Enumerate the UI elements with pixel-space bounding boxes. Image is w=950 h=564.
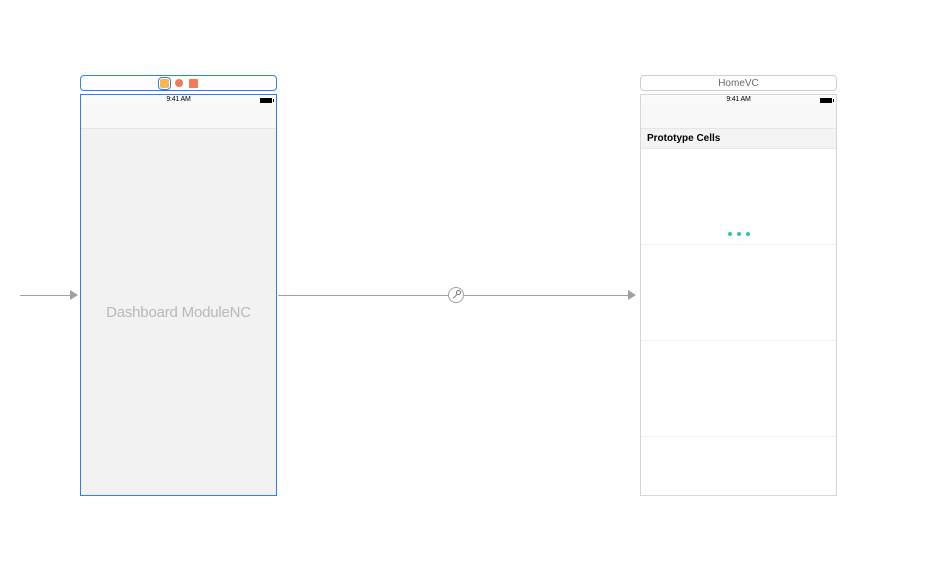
first-responder-icon [175, 79, 183, 87]
status-time: 9:41 AM [166, 96, 190, 103]
root-segue-line-left [278, 295, 448, 296]
root-segue-badge[interactable] [448, 287, 464, 303]
navigation-bar [81, 105, 276, 129]
scene-body: Dashboard ModuleNC [81, 129, 276, 495]
scene-watermark-label: Dashboard ModuleNC [106, 304, 251, 321]
nav-controller-scene[interactable]: 9:41 AM Dashboard ModuleNC [80, 94, 277, 496]
page-dots [728, 232, 750, 236]
scene-title-left[interactable] [80, 75, 277, 91]
table-cell[interactable] [641, 149, 836, 245]
scene-icon-selected [160, 79, 169, 88]
root-segue-line-right [464, 295, 630, 296]
entry-segue-line [20, 295, 72, 296]
table-cell[interactable] [641, 245, 836, 341]
status-bar: 9:41 AM [641, 95, 836, 105]
exit-icon [189, 79, 198, 88]
navigation-bar [641, 105, 836, 129]
prototype-cells-header: Prototype Cells [641, 129, 836, 149]
status-bar: 9:41 AM [81, 95, 276, 105]
root-segue-arrowhead [628, 290, 636, 300]
scene-title-right-label: HomeVC [718, 78, 759, 89]
battery-icon [820, 98, 832, 103]
home-vc-scene[interactable]: 9:41 AM Prototype Cells [640, 94, 837, 496]
scene-body: Prototype Cells [641, 129, 836, 495]
table-cell[interactable] [641, 341, 836, 437]
status-time: 9:41 AM [726, 96, 750, 103]
entry-segue-arrowhead [70, 290, 78, 300]
scene-title-right[interactable]: HomeVC [640, 75, 837, 91]
battery-icon [260, 98, 272, 103]
